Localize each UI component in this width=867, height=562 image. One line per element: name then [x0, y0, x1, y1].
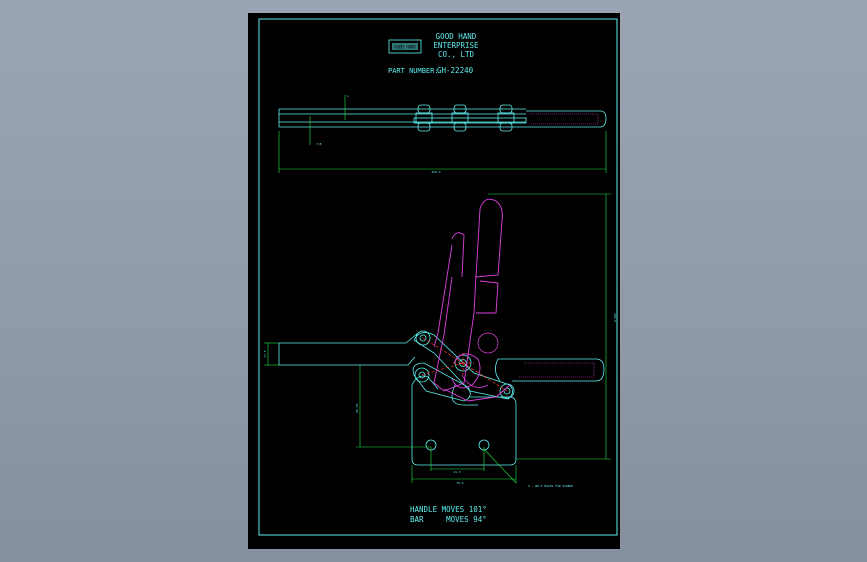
company-name-line1: GOOD HAND	[436, 32, 477, 41]
dim-side-height: 260.6	[613, 313, 617, 322]
dim-base-width: 79.4	[456, 481, 463, 485]
dim-top-left: 7/8	[316, 142, 322, 146]
dim-side-left: 17.5	[263, 350, 267, 357]
part-number-label: PART NUMBER:	[388, 67, 439, 75]
company-name-line3: CO., LTD	[438, 50, 475, 59]
drawing-sheet: GOOD HAND GOOD HAND ENTERPRISE CO., LTD …	[248, 13, 620, 549]
linkage	[412, 330, 515, 406]
logo-text: GOOD HAND	[394, 45, 416, 50]
dim-hole-note: 4 - Ø8.5 HOLES FOR SCREWS	[528, 483, 573, 488]
top-view-handle-grip	[526, 110, 607, 128]
dim-top-overall: 292.6	[431, 170, 440, 174]
note-handle-moves: HANDLE MOVES 101°	[410, 505, 487, 514]
sheet-border	[258, 18, 618, 536]
dim-base-spacing: 41.3	[453, 470, 460, 474]
top-view-dimensions	[278, 95, 607, 173]
company-logo: GOOD HAND	[388, 39, 422, 54]
company-name-line2: ENTERPRISE	[433, 41, 479, 50]
clamp-arm	[278, 332, 419, 366]
note-bar-moves: BAR MOVES 94°	[410, 515, 487, 524]
top-view	[278, 104, 527, 132]
dim-side-vertical: 80.95	[355, 403, 359, 412]
cad-drawing: GOOD HAND GOOD HAND ENTERPRISE CO., LTD …	[258, 18, 618, 536]
dim-top-small: L	[347, 94, 349, 98]
handle-horizontal-grip	[495, 358, 605, 382]
part-number: GH-22240	[437, 66, 474, 75]
